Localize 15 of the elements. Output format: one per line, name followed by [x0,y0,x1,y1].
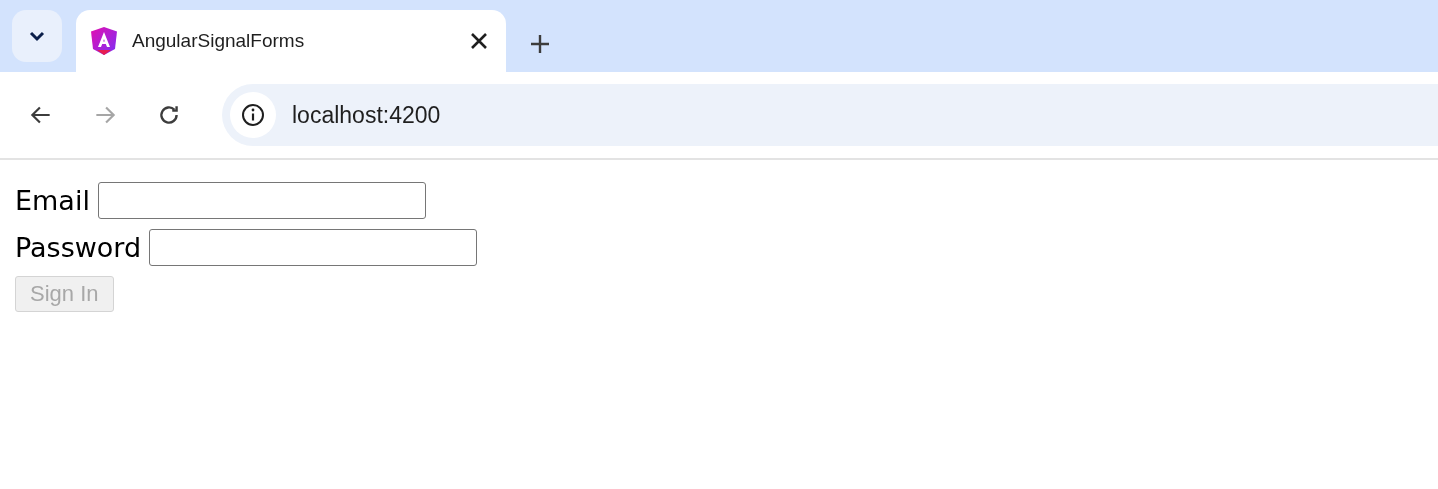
input-field[interactable] [97,182,426,219]
field-label: Email [15,185,90,216]
address-bar[interactable]: localhost:4200 [222,84,1438,146]
chevron-down-icon [28,30,46,42]
shield-logo-icon [90,26,118,56]
input-field[interactable] [149,229,478,266]
close-icon[interactable] [470,32,488,50]
browser-tab[interactable]: AngularSignalForms [76,10,506,72]
tab-title: AngularSignalForms [132,30,306,52]
url-text: localhost:4200 [292,101,441,129]
tab-list-button[interactable] [12,10,62,62]
site-info-button[interactable] [230,92,276,138]
plus-icon [530,34,550,54]
info-icon [241,103,265,127]
field-label: Password [15,232,142,263]
